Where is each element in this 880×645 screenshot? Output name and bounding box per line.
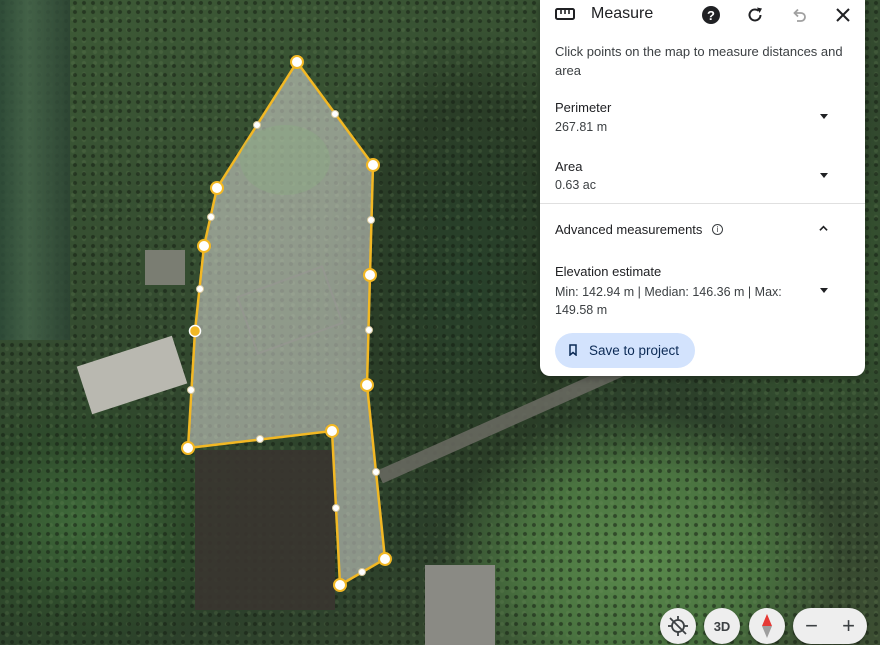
vertex-handle[interactable]: [378, 552, 392, 566]
area-label: Area: [555, 159, 583, 174]
refresh-icon: [748, 7, 762, 22]
compass-button[interactable]: [749, 608, 785, 644]
midpoint-handle[interactable]: [358, 568, 366, 576]
help-button[interactable]: ?: [699, 3, 723, 27]
undo-icon: [793, 8, 806, 22]
vertex-handle[interactable]: [333, 578, 347, 592]
help-icon: ?: [702, 6, 720, 24]
perimeter-value: 267.81 m: [555, 120, 608, 134]
chevron-up-icon[interactable]: [819, 224, 828, 233]
zoom-in-button[interactable]: +: [830, 608, 867, 644]
area-dropdown-icon[interactable]: [820, 173, 828, 178]
vertex-handle[interactable]: [366, 158, 380, 172]
midpoint-handle[interactable]: [367, 216, 375, 224]
info-icon[interactable]: i: [712, 224, 723, 235]
zoom-out-button[interactable]: −: [793, 608, 830, 644]
midpoint-handle[interactable]: [372, 468, 380, 476]
zoom-controls: − +: [793, 608, 867, 644]
save-to-project-button[interactable]: Save to project: [555, 333, 695, 368]
close-button[interactable]: [831, 3, 855, 27]
vertex-handle[interactable]: [197, 239, 211, 253]
undo-button[interactable]: [787, 3, 811, 27]
measure-panel: Measure ? Click points on the map to mea…: [540, 0, 865, 376]
3d-toggle-button[interactable]: 3D: [704, 608, 740, 644]
divider: [540, 203, 865, 204]
area-value: 0.63 ac: [555, 178, 597, 192]
close-icon: [836, 8, 850, 22]
location-disabled-icon: [668, 616, 688, 636]
midpoint-handle[interactable]: [332, 504, 340, 512]
panel-header: Measure ?: [540, 0, 865, 30]
elevation-dropdown-icon[interactable]: [820, 288, 828, 293]
ruler-icon: [555, 8, 575, 20]
panel-title: Measure: [591, 5, 654, 22]
3d-label: 3D: [713, 618, 731, 634]
midpoint-handle[interactable]: [365, 326, 373, 334]
vertex-handle[interactable]: [181, 441, 195, 455]
perimeter-row[interactable]: Perimeter 267.81 m: [540, 98, 865, 142]
area-row[interactable]: Area 0.63 ac: [540, 157, 865, 201]
midpoint-handle[interactable]: [187, 386, 195, 394]
midpoint-handle[interactable]: [331, 110, 339, 118]
bookmark-icon: [569, 344, 577, 356]
my-location-button[interactable]: [660, 608, 696, 644]
elevation-label: Elevation estimate: [555, 264, 662, 279]
perimeter-dropdown-icon[interactable]: [820, 114, 828, 119]
elevation-value: Min: 142.94 m | Median: 146.36 m | Max: …: [555, 285, 782, 317]
vertex-handle[interactable]: [325, 424, 339, 438]
vegetation-patch: [240, 125, 330, 195]
midpoint-handle[interactable]: [196, 285, 204, 293]
refresh-button[interactable]: [743, 3, 767, 27]
vertex-handle[interactable]: [360, 378, 374, 392]
instructions-text: Click points on the map to measure dista…: [555, 44, 843, 78]
midpoint-handle[interactable]: [253, 121, 261, 129]
midpoint-handle[interactable]: [256, 435, 264, 443]
midpoint-handle[interactable]: [207, 213, 215, 221]
perimeter-label: Perimeter: [555, 100, 612, 115]
save-to-project-label: Save to project: [589, 343, 680, 358]
compass-icon: [762, 614, 772, 638]
advanced-measurements-toggle[interactable]: Advanced measurements i: [540, 216, 865, 242]
vertex-handle[interactable]: [363, 268, 377, 282]
active-vertex-handle[interactable]: [188, 324, 202, 338]
advanced-measurements-label: Advanced measurements: [555, 222, 703, 237]
vertex-handle[interactable]: [290, 55, 304, 69]
vertex-handle[interactable]: [210, 181, 224, 195]
